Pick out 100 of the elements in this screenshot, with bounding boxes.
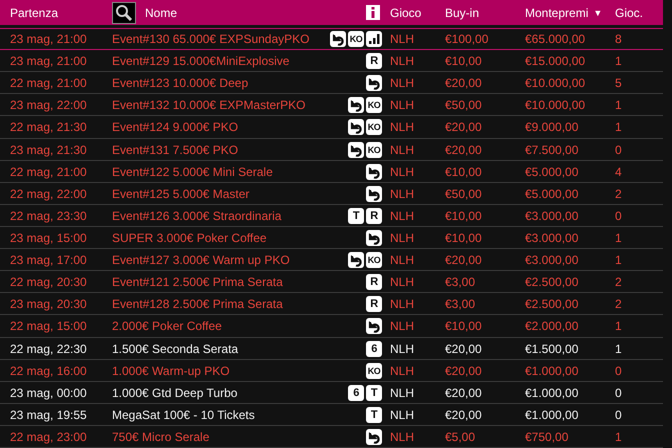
buy-in: €20,00 <box>445 364 483 378</box>
start-time: 23 mag, 00:00 <box>9 386 88 400</box>
tag-badge: KO <box>366 142 382 158</box>
column-header[interactable]: Gioco <box>390 6 445 20</box>
tournament-name: Event#131 7.500€ PKO <box>112 142 238 157</box>
prize-pool: €65.000,00 <box>525 32 586 46</box>
player-count: 8 <box>615 32 623 46</box>
prize-pool: €750,00 <box>525 430 570 444</box>
player-count: 2 <box>615 186 623 201</box>
tournament-row[interactable]: 23 mag, 15:00 SUPER 3.000€ Poker Coffee NLH €10,00 €3.000,00 1 <box>0 226 663 250</box>
buy-in: €20,00 <box>445 120 483 134</box>
buy-in: €10,00 <box>445 54 483 68</box>
prize-pool: €15.000,00 <box>525 54 586 68</box>
tournament-name: 1.000€ Gtd Deep Turbo <box>112 386 238 400</box>
tournament-row[interactable]: 23 mag, 19:55 MegaSat 100€ - 10 Tickets T NLH €20,00 €1.000,00 0 <box>0 404 663 426</box>
tag-badge: KO <box>366 97 382 114</box>
tournament-row[interactable]: 22 mag, 20:30 Event#121 2.500€ Prima Serata R NLH €3,00 €2.500,00 2 <box>0 271 663 294</box>
start-time: 23 mag, 21:00 <box>9 32 88 46</box>
start-time: 23 mag, 20:30 <box>9 297 88 312</box>
info-icon[interactable] <box>366 5 380 20</box>
tag-badge: R <box>366 208 382 224</box>
column-header[interactable]: Partenza <box>0 6 112 20</box>
game-type: NLH <box>390 120 416 134</box>
tournament-row[interactable]: 22 mag, 15:00 2.000€ Poker Coffee NLH €10,00 €2.000,00 1 <box>0 315 663 338</box>
tournament-row[interactable]: 22 mag, 21:30 Event#124 9.000€ PKO KO NLH €20,00 €9.000,00 1 <box>0 116 663 139</box>
tournament-row[interactable]: 22 mag, 22:30 1.500€ Seconda Serata 6 NLH €20,00 €1.500,00 1 <box>0 338 663 360</box>
game-type: NLH <box>390 186 416 201</box>
start-time: 23 mag, 22:00 <box>9 98 88 112</box>
buy-in: €3,00 <box>445 297 476 312</box>
prize-pool: €2.500,00 <box>525 297 580 312</box>
tournament-row[interactable]: 22 mag, 21:00 Event#122 5.000€ Mini Serale NLH €10,00 €5.000,00 4 <box>0 160 663 183</box>
tournament-row[interactable]: 22 mag, 22:00 Event#125 5.000€ Master NLH €50,00 €5.000,00 2 <box>0 182 663 205</box>
tournament-name: Event#132 10.000€ EXPMasterPKO <box>112 98 306 112</box>
tournament-row[interactable]: 23 mag, 22:00 Event#132 10.000€ EXPMasterPKO KO NLH €50,00 €10.000,00 1 <box>0 94 663 116</box>
game-type: NLH <box>390 164 416 179</box>
tournament-name: 1.000€ Warm-up PKO <box>112 364 230 378</box>
start-time: 22 mag, 22:30 <box>9 342 88 356</box>
prize-pool: €2.500,00 <box>525 275 580 290</box>
tournament-row[interactable]: 23 mag, 00:00 1.000€ Gtd Deep Turbo 6 T NLH €20,00 €1.000,00 0 <box>0 382 663 404</box>
tournament-row[interactable]: 23 mag, 21:00 Event#129 15.000€MiniExplosive R NLH €10,00 €15.000,00 1 <box>0 50 663 72</box>
player-count: 0 <box>615 386 623 400</box>
buy-in: €100,00 <box>445 32 490 46</box>
column-header[interactable]: Buy-in <box>445 6 525 20</box>
tag-badge: R <box>366 296 382 312</box>
tournament-row[interactable]: 23 mag, 21:30 Event#131 7.500€ PKO KO NLH €20,00 €7.500,00 0 <box>0 138 663 161</box>
start-time: 22 mag, 15:00 <box>9 319 88 334</box>
tournament-row[interactable]: 22 mag, 16:00 1.000€ Warm-up PKO KO NLH €20,00 €1.000,00 0 <box>0 360 663 382</box>
start-time: 22 mag, 23:30 <box>9 208 88 223</box>
prize-pool: €5.000,00 <box>525 164 580 179</box>
start-time: 22 mag, 21:00 <box>9 164 88 179</box>
player-count: 4 <box>615 164 623 179</box>
tournament-name: Event#130 65.000€ EXPSundayPKO <box>112 32 310 46</box>
tournament-name: Event#125 5.000€ Master <box>112 186 250 201</box>
tournament-row[interactable]: 22 mag, 23:30 Event#126 3.000€ Straordinaria T R NLH €10,00 €3.000,00 0 <box>0 204 663 227</box>
start-time: 22 mag, 16:00 <box>9 364 88 378</box>
buy-in: €20,00 <box>445 386 483 400</box>
tag-badge: T <box>348 208 364 224</box>
tag-badge: 6 <box>366 340 382 357</box>
tournament-row[interactable]: 23 mag, 20:30 Event#128 2.500€ Prima Serata R NLH €3,00 €2.500,00 2 <box>0 293 663 316</box>
game-type: NLH <box>390 275 416 290</box>
start-time: 22 mag, 23:00 <box>9 430 88 444</box>
tournament-row[interactable]: 22 mag, 23:00 750€ Micro Serale NLH €5,00 €750,00 1 <box>0 426 663 448</box>
tournament-row[interactable]: 22 mag, 21:00 Event#123 10.000€ Deep NLH €20,00 €10.000,00 5 <box>0 72 663 94</box>
game-type: NLH <box>390 253 416 268</box>
buy-in: €10,00 <box>445 208 483 223</box>
prize-pool: €5.000,00 <box>525 186 580 201</box>
start-time: 23 mag, 21:30 <box>9 142 88 157</box>
player-count: 1 <box>615 342 623 356</box>
game-type: NLH <box>390 98 416 112</box>
player-count: 1 <box>615 54 623 68</box>
prize-pool: €3.000,00 <box>525 253 580 268</box>
tournament-name: MegaSat 100€ - 10 Tickets <box>112 408 255 422</box>
game-type: NLH <box>390 142 416 157</box>
game-type: NLH <box>390 430 416 444</box>
buy-in: €10,00 <box>445 319 483 334</box>
buy-in: €20,00 <box>445 76 483 90</box>
prize-pool: €3.000,00 <box>525 208 580 223</box>
prize-pool: €9.000,00 <box>525 120 580 134</box>
tournament-row[interactable]: 23 mag, 17:00 Event#127 3.000€ Warm up PKO KO NLH €20,00 €3.000,00 1 <box>0 249 663 272</box>
player-count: 1 <box>615 98 623 112</box>
start-time: 23 mag, 21:00 <box>9 54 88 68</box>
prize-pool: €1.000,00 <box>525 408 580 422</box>
search-icon <box>115 4 133 22</box>
player-count: 5 <box>615 76 623 90</box>
column-header[interactable]: Montepremi ▼ <box>525 6 615 20</box>
buy-in: €10,00 <box>445 164 483 179</box>
tournament-row[interactable]: 23 mag, 21:00 Event#130 65.000€ EXPSundayPKO KO NLH €100,00 €65.000,00 8 <box>0 28 663 50</box>
player-count: 2 <box>615 297 623 312</box>
tag-badge: 6 <box>348 384 364 401</box>
tournament-name: Event#123 10.000€ Deep <box>112 76 248 90</box>
game-type: NLH <box>390 76 416 90</box>
tournament-name: Event#129 15.000€MiniExplosive <box>112 54 290 68</box>
prize-pool: €2.000,00 <box>525 319 580 334</box>
tag-badge: KO <box>366 252 382 268</box>
column-header[interactable]: Gioc. <box>615 6 663 20</box>
search-button[interactable] <box>112 2 136 24</box>
column-header[interactable]: Nome <box>145 6 280 20</box>
game-type: NLH <box>390 364 416 378</box>
prize-pool: €1.000,00 <box>525 364 580 378</box>
tag-badge: T <box>366 406 382 423</box>
